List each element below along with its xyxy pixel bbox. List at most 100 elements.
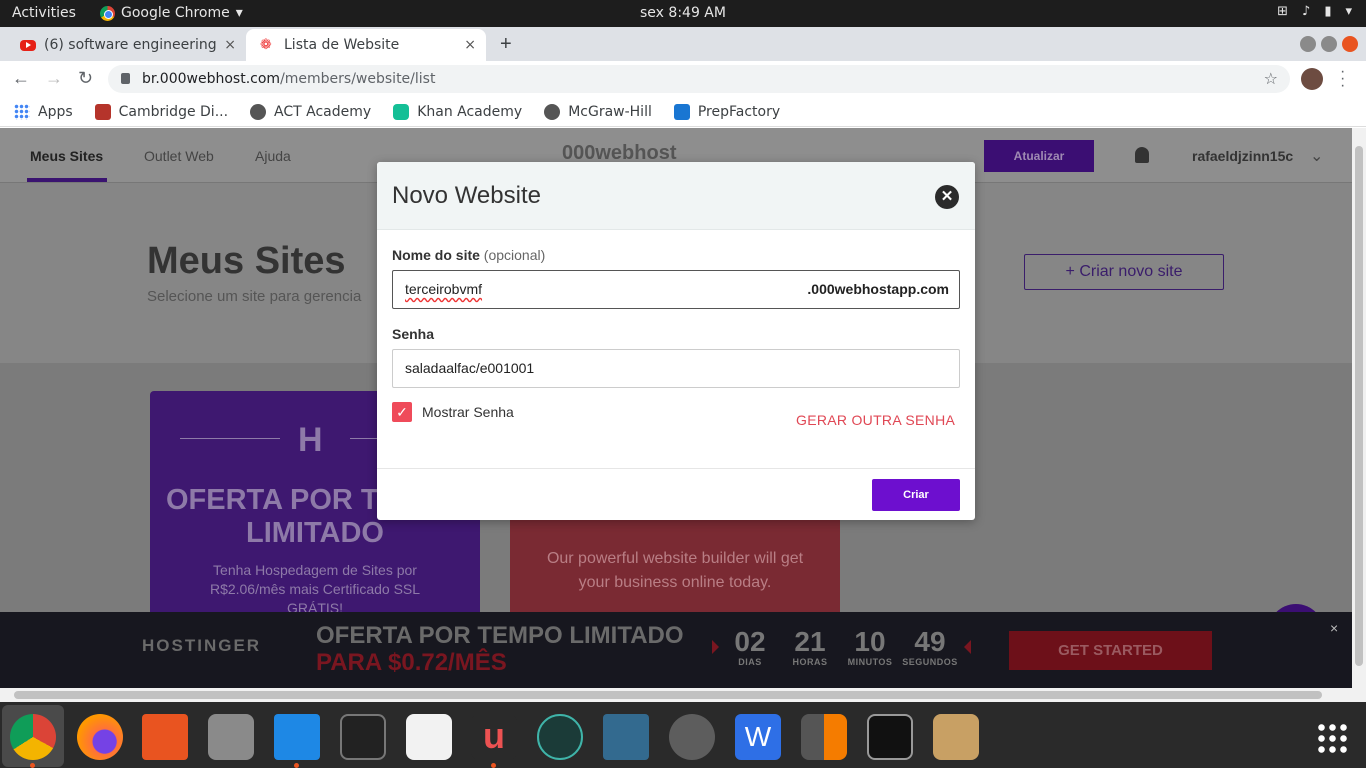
nav-ajuda[interactable]: Ajuda — [255, 148, 291, 164]
password-value: saladaalfac/e001001 — [405, 360, 535, 376]
create-button[interactable]: Criar — [872, 479, 960, 511]
scroll-thumb[interactable] — [1355, 146, 1363, 666]
mysql-workbench-icon[interactable] — [603, 714, 649, 760]
profile-avatar[interactable] — [1301, 68, 1323, 90]
countdown-seconds: 49 SEGUNDOS — [900, 627, 960, 668]
new-website-dialog: Novo Website ✕ Nome do site (opcional) t… — [377, 162, 975, 520]
bookmark-prepfactory[interactable]: PrepFactory — [673, 103, 780, 120]
tab-close-button[interactable]: × — [464, 37, 476, 53]
toolbar: ← → ↻ br.000webhost.com/members/website/… — [0, 61, 1366, 97]
bookmark-act[interactable]: ACT Academy — [250, 103, 371, 120]
show-password-label[interactable]: Mostrar Senha — [422, 404, 514, 420]
bookmark-star-icon[interactable]: ☆ — [1264, 65, 1278, 93]
firefox-icon[interactable] — [77, 714, 123, 760]
battery-icon: ▮ — [1324, 4, 1332, 19]
tab-title: (6) software engineering — [44, 37, 217, 53]
countdown-unit: DIAS — [738, 657, 762, 667]
cambridge-shield-icon — [94, 103, 111, 120]
maximize-button[interactable] — [1321, 36, 1337, 52]
upgrade-button[interactable]: Atualizar — [984, 140, 1094, 172]
close-window-button[interactable] — [1342, 36, 1358, 52]
clock[interactable]: sex 8:49 AM — [0, 5, 1366, 21]
calculator-icon[interactable] — [801, 714, 847, 760]
active-tab-underline — [27, 178, 107, 182]
user-menu[interactable]: rafaeldjzinn15c — [1192, 148, 1293, 164]
countdown-value: 10 — [854, 626, 886, 657]
forward-icon[interactable]: → — [45, 68, 63, 89]
divider — [180, 438, 280, 439]
nav-meus-sites[interactable]: Meus Sites — [30, 148, 103, 164]
nav-outlet-web[interactable]: Outlet Web — [144, 148, 214, 164]
caret-down-icon: ▾ — [1345, 4, 1352, 19]
page-title: Meus Sites — [147, 240, 346, 282]
bookmark-mcgraw[interactable]: McGraw-Hill — [544, 103, 652, 120]
window-controls — [1300, 36, 1358, 52]
url-path: /members/website/list — [280, 71, 436, 87]
archive-manager-icon[interactable] — [933, 714, 979, 760]
horizontal-scrollbar[interactable] — [0, 688, 1366, 702]
domain-suffix: .000webhostapp.com — [807, 281, 949, 297]
hostinger-logo: HOSTINGER — [142, 636, 262, 655]
bell-icon[interactable] — [1135, 147, 1149, 163]
chevron-down-icon[interactable]: ⌄ — [1310, 146, 1323, 166]
tab-strip: (6) software engineering × ❁ Lista de Webs… — [0, 27, 1366, 61]
get-started-button[interactable]: GET STARTED — [1009, 631, 1212, 670]
software-center-icon[interactable] — [142, 714, 188, 760]
apps-grid-icon — [14, 103, 30, 120]
password-label: Senha — [392, 326, 435, 342]
arrow-right-icon — [712, 640, 719, 654]
password-input[interactable]: saladaalfac/e001001 — [392, 349, 960, 388]
bookmark-cambridge[interactable]: Cambridge Di... — [94, 103, 229, 120]
countdown-unit: HORAS — [792, 657, 828, 667]
show-apps-grid-icon[interactable] — [1316, 722, 1348, 754]
reload-icon[interactable]: ↻ — [78, 68, 93, 89]
bookmark-apps[interactable]: Apps — [14, 103, 73, 120]
terminal-icon[interactable] — [340, 714, 386, 760]
system-tray[interactable]: ⊞ ♪ ▮ ▾ — [1277, 4, 1352, 19]
menu-kebab-icon[interactable]: · · · — [1340, 64, 1345, 94]
new-tab-button[interactable]: + — [500, 33, 512, 56]
arrow-left-icon — [964, 640, 971, 654]
minimize-button[interactable] — [1300, 36, 1316, 52]
back-icon[interactable]: ← — [12, 68, 30, 89]
close-icon[interactable]: ✕ — [935, 185, 959, 209]
udemy-icon[interactable]: u — [471, 714, 517, 760]
function-plotter-icon[interactable] — [406, 714, 452, 760]
promo-text: Our powerful website builder will get yo… — [546, 550, 804, 591]
running-indicator — [30, 763, 35, 768]
bookmark-label: Cambridge Di... — [118, 103, 229, 120]
bookmark-khan[interactable]: Khan Academy — [393, 103, 522, 120]
tab-close-button[interactable]: × — [224, 37, 236, 53]
bookmark-label: Apps — [38, 103, 73, 120]
gimp-icon[interactable] — [669, 714, 715, 760]
webhost-favicon: ❁ — [260, 37, 272, 53]
hostinger-logo-icon: H — [298, 421, 323, 459]
banner-close-button[interactable]: × — [1330, 620, 1338, 636]
vertical-scrollbar[interactable] — [1352, 128, 1366, 688]
banner-headline: OFERTA POR TEMPO LIMITADO — [316, 622, 684, 649]
gitkraken-icon[interactable] — [537, 714, 583, 760]
countdown-value: 02 — [734, 626, 766, 657]
chrome-icon[interactable] — [10, 714, 56, 760]
create-site-button[interactable]: + Criar novo site — [1024, 254, 1224, 290]
scroll-thumb[interactable] — [14, 691, 1322, 699]
prepfactory-icon — [673, 103, 690, 120]
countdown-minutes: 10 MINUTOS — [844, 626, 896, 668]
hostinger-banner[interactable]: HOSTINGER OFERTA POR TEMPO LIMITADO PARA… — [0, 612, 1352, 688]
address-bar[interactable]: br.000webhost.com/members/website/list ☆ — [108, 65, 1290, 93]
countdown-unit: SEGUNDOS — [902, 657, 958, 667]
generate-password-button[interactable]: GERAR OUTRA SENHA — [796, 412, 955, 428]
tab-youtube[interactable]: (6) software engineering × — [8, 29, 246, 61]
system-monitor-icon[interactable] — [867, 714, 913, 760]
vscode-icon[interactable] — [274, 714, 320, 760]
tab-lista-de-website[interactable]: ❁ Lista de Website × — [246, 29, 486, 61]
wps-writer-icon[interactable]: W — [735, 714, 781, 760]
countdown-hours: 21 HORAS — [788, 627, 832, 668]
files-icon[interactable] — [208, 714, 254, 760]
youtube-icon — [20, 39, 36, 51]
khan-academy-icon — [393, 103, 410, 120]
site-name-label: Nome do site (opcional) — [392, 247, 545, 263]
system-top-bar: Activities Google Chrome ▾ sex 8:49 AM ⊞ ♪… — [0, 0, 1366, 27]
show-password-checkbox[interactable]: ✓ — [392, 402, 412, 422]
site-name-input[interactable]: terceirobvmf .000webhostapp.com — [392, 270, 960, 309]
